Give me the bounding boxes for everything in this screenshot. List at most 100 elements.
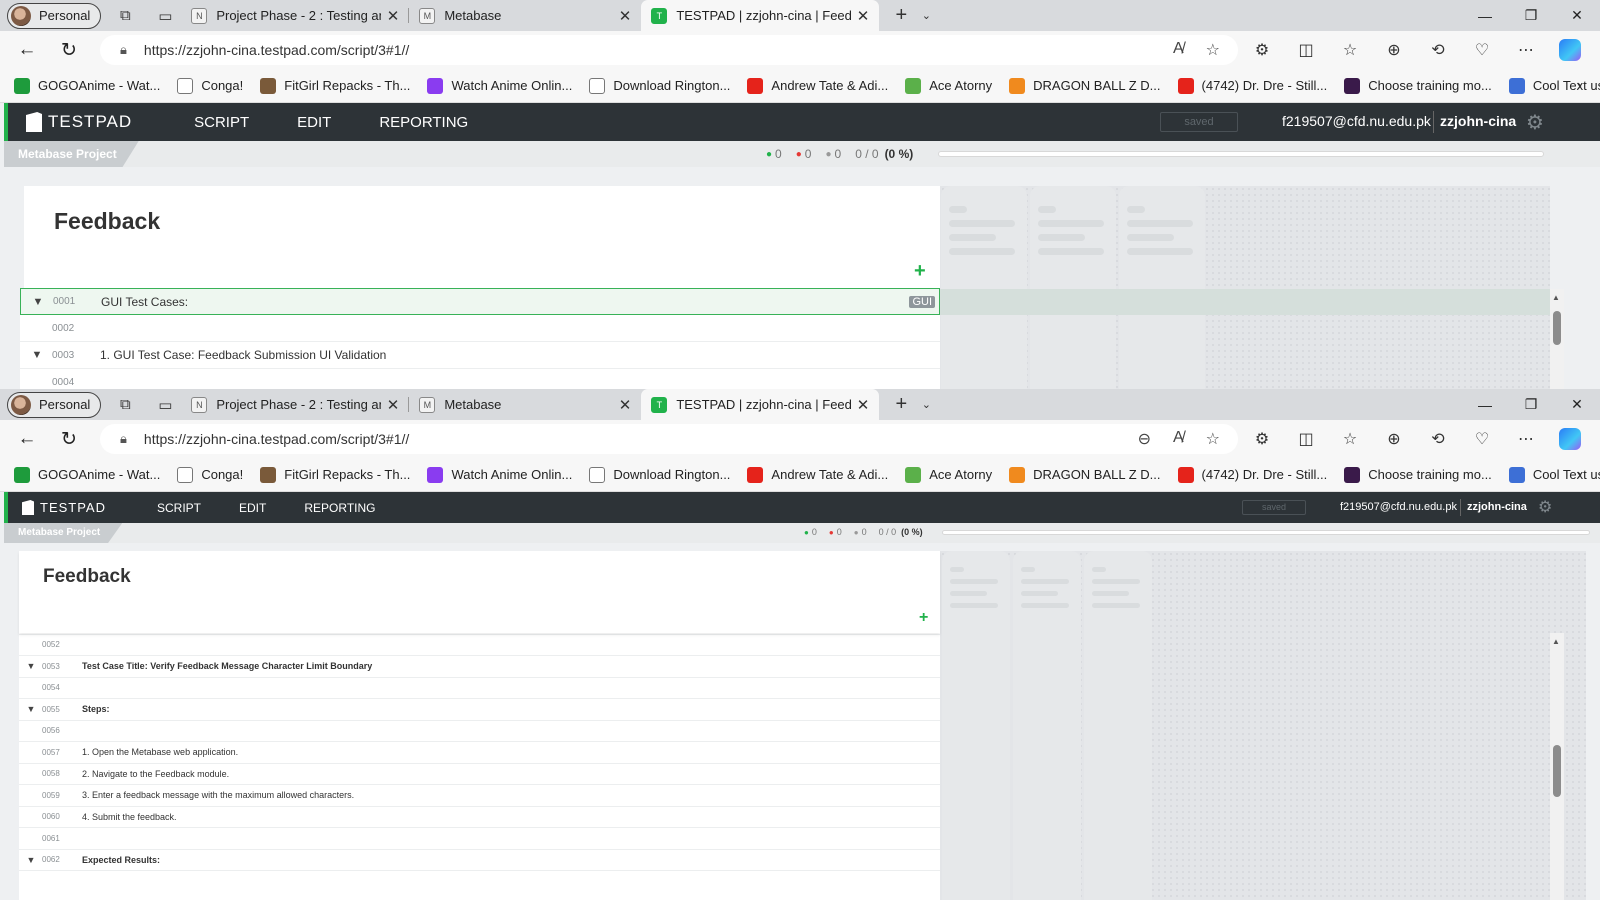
extensions-icon[interactable]: ⚙︎ — [1240, 40, 1284, 60]
bookmark-item[interactable]: Choose training mo... — [1344, 77, 1492, 94]
collapse-toggle-icon[interactable]: ▼ — [22, 704, 40, 714]
table-row[interactable]: 0052 — [19, 635, 940, 656]
table-row[interactable]: 0059 3. Enter a feedback message with the… — [19, 785, 940, 807]
refresh-icon[interactable]: ↻ — [54, 428, 84, 451]
workspaces-icon[interactable]: ⧉ — [109, 3, 141, 29]
read-aloud-icon[interactable]: A̸ — [1173, 40, 1184, 60]
bookmark-item[interactable]: Watch Anime Onlin... — [427, 77, 572, 94]
table-row[interactable]: 0056 — [19, 721, 940, 742]
menu-edit[interactable]: EDIT — [239, 501, 266, 515]
bookmark-item[interactable]: Ace Atorny — [905, 466, 992, 483]
bookmark-item[interactable]: DRAGON BALL Z D... — [1009, 466, 1161, 483]
bookmark-item[interactable]: GOGOAnime - Wat... — [14, 77, 160, 94]
collapse-toggle-icon[interactable]: ▼ — [22, 661, 40, 671]
extensions-icon[interactable]: ⚙︎ — [1240, 429, 1284, 449]
row-text[interactable]: 1. GUI Test Case: Feedback Submission UI… — [100, 348, 386, 362]
copilot-icon[interactable] — [1559, 428, 1581, 450]
menu-script[interactable]: SCRIPT — [194, 114, 249, 131]
menu-reporting[interactable]: REPORTING — [379, 114, 468, 131]
script-title[interactable]: Feedback — [54, 208, 160, 235]
collections-icon[interactable]: ⊕ — [1372, 429, 1416, 449]
chevron-down-icon[interactable]: ⌄ — [915, 398, 937, 411]
workspaces-icon[interactable]: ⧉ — [109, 392, 141, 418]
bookmark-item[interactable]: Conga! — [177, 466, 243, 483]
collections-icon[interactable]: ⊕ — [1372, 40, 1416, 60]
tab-notion[interactable]: N Project Phase - 2 : Testing and Te ✕ — [181, 389, 410, 420]
more-icon[interactable]: ⋯ — [1504, 429, 1548, 449]
bookmark-item[interactable]: Watch Anime Onlin... — [427, 466, 572, 483]
refresh-icon[interactable]: ↻ — [54, 39, 84, 62]
testpad-logo[interactable]: TESTPAD — [26, 112, 132, 132]
more-icon[interactable]: ⋯ — [1504, 40, 1548, 60]
history-icon[interactable]: ⟲ — [1416, 429, 1460, 449]
history-icon[interactable]: ⟲ — [1416, 40, 1460, 60]
bookmark-item[interactable]: FitGirl Repacks - Th... — [260, 77, 410, 94]
tab-metabase[interactable]: M Metabase ✕ — [409, 389, 641, 420]
tab-testpad[interactable]: T TESTPAD | zzjohn-cina | Feedback ✕ — [641, 0, 880, 31]
performance-icon[interactable]: ♡ — [1460, 40, 1504, 60]
menu-script[interactable]: SCRIPT — [157, 501, 201, 515]
close-icon[interactable]: ✕ — [381, 396, 400, 414]
lock-icon[interactable]: 🔒︎ — [120, 42, 127, 58]
table-row[interactable]: 0054 — [19, 678, 940, 699]
menu-edit[interactable]: EDIT — [297, 114, 331, 131]
profile-button[interactable]: Personal — [7, 391, 102, 418]
add-row-button[interactable]: + — [919, 609, 928, 627]
breadcrumb[interactable]: Metabase Project — [4, 141, 139, 167]
performance-icon[interactable]: ♡ — [1460, 429, 1504, 449]
url-field[interactable]: 🔒︎ https://zzjohn-cina.testpad.com/scrip… — [100, 35, 1238, 65]
back-icon[interactable]: ← — [12, 428, 42, 450]
profile-button[interactable]: Personal — [7, 2, 102, 29]
bookmark-item[interactable]: FitGirl Repacks - Th... — [260, 466, 410, 483]
row-text[interactable]: 4. Submit the feedback. — [82, 812, 177, 822]
username[interactable]: zzjohn-cina — [1467, 501, 1527, 513]
add-row-button[interactable]: + — [914, 260, 926, 283]
new-tab-icon[interactable]: + — [887, 4, 915, 27]
back-icon[interactable]: ← — [12, 39, 42, 61]
tab-notion[interactable]: N Project Phase - 2 : Testing and Te ✕ — [181, 0, 410, 31]
new-tab-icon[interactable]: + — [887, 393, 915, 416]
bookmark-item[interactable]: GOGOAnime - Wat... — [14, 466, 160, 483]
copilot-icon[interactable] — [1559, 39, 1581, 61]
row-text[interactable]: Expected Results: — [82, 855, 160, 865]
table-row[interactable]: 0002 — [20, 315, 940, 342]
username[interactable]: zzjohn-cina — [1440, 113, 1516, 129]
minimize-icon[interactable]: — — [1462, 389, 1508, 420]
bookmark-item[interactable]: (4742) Dr. Dre - Still... — [1177, 466, 1327, 483]
row-text[interactable]: GUI Test Cases: — [101, 295, 188, 309]
user-email[interactable]: f219507@cfd.nu.edu.pk — [1282, 113, 1431, 129]
split-screen-icon[interactable]: ◫ — [1284, 429, 1328, 449]
table-row[interactable]: ▼ 0062 Expected Results: — [19, 850, 940, 871]
testpad-logo[interactable]: TESTPAD — [22, 500, 106, 515]
table-row[interactable]: 0004 — [20, 369, 940, 389]
table-row[interactable]: ▼ 0053 Test Case Title: Verify Feedback Me… — [19, 656, 940, 678]
close-icon[interactable]: ✕ — [613, 396, 632, 414]
bookmark-item[interactable]: DRAGON BALL Z D... — [1009, 77, 1161, 94]
close-window-icon[interactable]: ✕ — [1554, 0, 1600, 31]
menu-reporting[interactable]: REPORTING — [304, 501, 375, 515]
zoom-out-icon[interactable]: ⊖ — [1138, 429, 1151, 449]
bookmark-item[interactable]: Download Rington... — [589, 466, 730, 483]
bookmark-item[interactable]: Andrew Tate & Adi... — [747, 77, 888, 94]
breadcrumb[interactable]: Metabase Project — [4, 523, 123, 543]
table-row[interactable]: 0058 2. Navigate to the Feedback module. — [19, 764, 940, 785]
favorites-icon[interactable]: ☆ — [1328, 40, 1372, 60]
read-aloud-icon[interactable]: A̸ — [1173, 429, 1184, 449]
table-row[interactable]: ▼ 0001 GUI Test Cases: GUI — [20, 288, 940, 315]
scroll-thumb[interactable] — [1553, 311, 1561, 345]
table-row[interactable]: 0057 1. Open the Metabase web application… — [19, 742, 940, 764]
tab-actions-icon[interactable]: ▭ — [149, 392, 181, 418]
bookmark-item[interactable]: Andrew Tate & Adi... — [747, 466, 888, 483]
scroll-up-icon[interactable]: ▲ — [1552, 637, 1560, 646]
minimize-icon[interactable]: — — [1462, 0, 1508, 31]
close-window-icon[interactable]: ✕ — [1554, 389, 1600, 420]
bookmarks-more-icon[interactable]: › — [1577, 466, 1582, 484]
row-text[interactable]: 3. Enter a feedback message with the max… — [82, 790, 354, 800]
scroll-up-icon[interactable]: ▲ — [1552, 293, 1560, 302]
favorites-icon[interactable]: ☆ — [1328, 429, 1372, 449]
bookmark-item[interactable]: Cool Text using sym... — [1508, 77, 1600, 94]
table-row[interactable]: 0060 4. Submit the feedback. — [19, 807, 940, 828]
row-text[interactable]: 2. Navigate to the Feedback module. — [82, 769, 229, 779]
tab-testpad[interactable]: T TESTPAD | zzjohn-cina | Feedback ✕ — [641, 389, 880, 420]
table-row[interactable]: 0061 — [19, 828, 940, 850]
